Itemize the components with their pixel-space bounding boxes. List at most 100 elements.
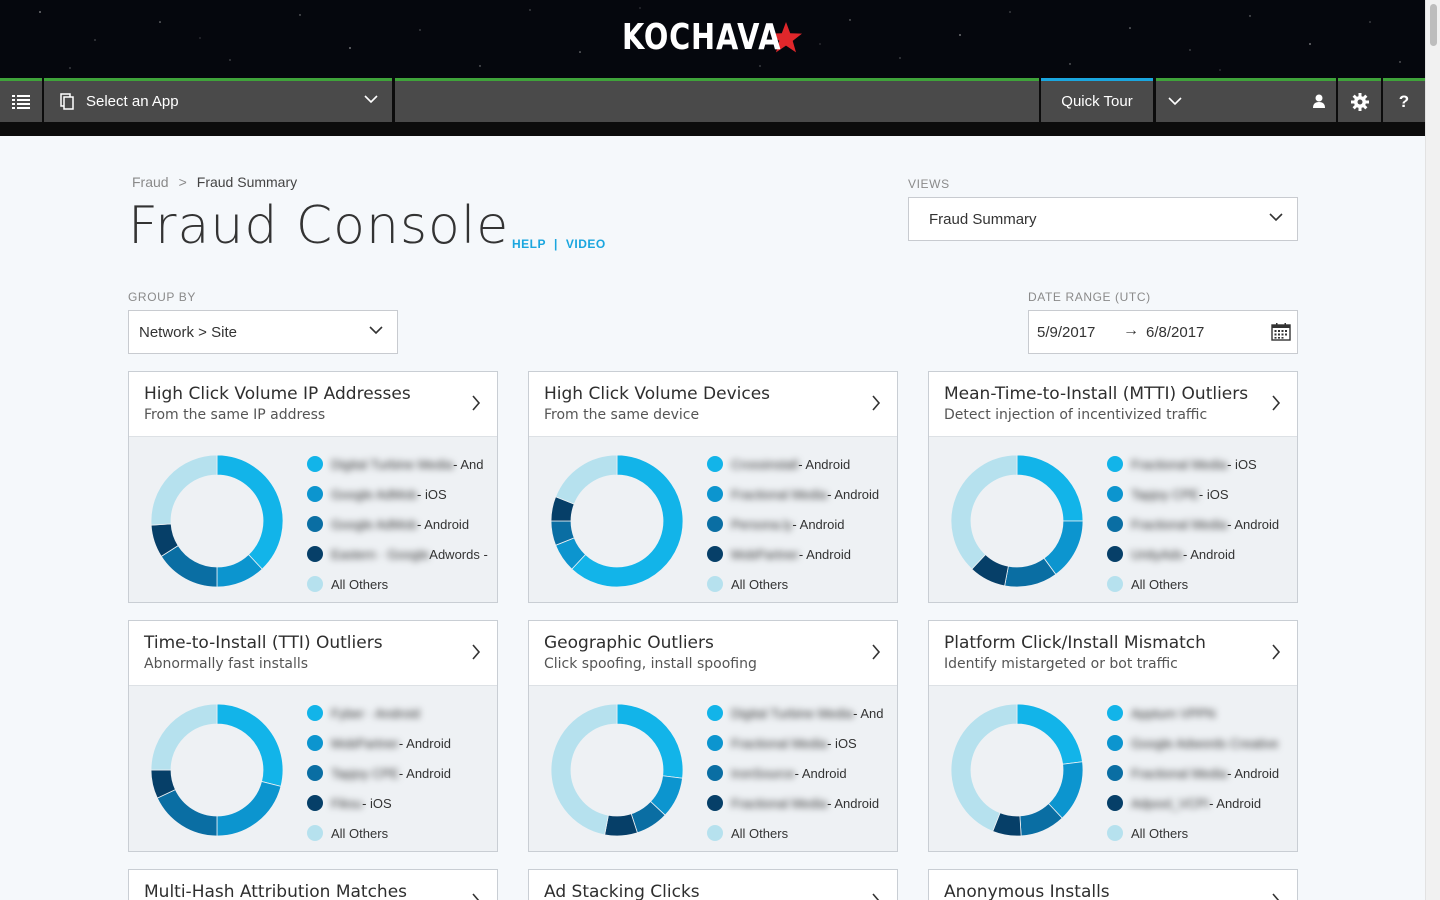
legend-item[interactable]: All Others [707, 569, 897, 599]
legend-item[interactable]: Tapjoy CPE - iOS [1107, 479, 1297, 509]
legend-item[interactable]: Digital Turbine Media - And [707, 698, 897, 728]
legend-color-dot [707, 546, 723, 562]
legend-item[interactable]: Fractional Media - Android [707, 479, 897, 509]
legend-item[interactable]: Adpool_VCPI - Android [1107, 788, 1297, 818]
legend-item[interactable]: Fractional Media - Android [707, 788, 897, 818]
card-header[interactable]: Platform Click/Install Mismatch Identify … [929, 621, 1297, 686]
legend-platform: - Android [827, 795, 880, 811]
legend-color-dot [307, 516, 323, 532]
date-arrow-icon: → [1123, 322, 1139, 339]
legend-network-name: Crossinstall [731, 456, 799, 472]
breadcrumb: Fraud > Fraud Summary [132, 174, 297, 190]
page-scrollbar[interactable] [1425, 0, 1440, 900]
legend-item[interactable]: Digital Turbine Media - And [307, 449, 497, 479]
help-link[interactable]: HELP [512, 237, 546, 251]
help-button[interactable]: ? [1383, 78, 1425, 122]
video-link[interactable]: VIDEO [566, 237, 606, 251]
legend-item[interactable]: Fractional Media - Android [1107, 509, 1297, 539]
legend-color-dot [707, 576, 723, 592]
legend-item[interactable]: All Others [707, 818, 897, 848]
legend-item[interactable]: Tapjoy CPE - Android [307, 758, 497, 788]
legend-item[interactable]: Fiksu - iOS [307, 788, 497, 818]
legend-item[interactable]: Crossinstall - Android [707, 449, 897, 479]
chevron-right-icon[interactable] [871, 644, 881, 660]
help-links: HELP | VIDEO [512, 237, 606, 251]
views-select-value: Fraud Summary [929, 210, 1037, 228]
card-header[interactable]: High Click Volume Devices From the same d… [529, 372, 897, 437]
settings-button[interactable] [1338, 78, 1381, 122]
quick-tour-button[interactable]: Quick Tour [1041, 78, 1153, 122]
group-by-select[interactable]: Network > Site [128, 310, 398, 354]
chevron-right-icon[interactable] [1271, 644, 1281, 660]
link-separator: | [554, 237, 558, 251]
scrollbar-thumb[interactable] [1430, 4, 1437, 46]
menu-button[interactable] [0, 78, 42, 122]
views-select[interactable]: Fraud Summary [908, 197, 1298, 241]
chevron-right-icon[interactable] [471, 893, 481, 900]
kochava-logo[interactable]: KOCHAVA [622, 17, 804, 58]
legend-item[interactable]: All Others [307, 569, 497, 599]
legend-network-name: Google AdMob [331, 516, 418, 532]
donut-chart [550, 454, 684, 588]
chevron-down-icon [1269, 213, 1283, 222]
legend-item[interactable]: UnityAds - Android [1107, 539, 1297, 569]
legend-item[interactable]: Google Adwords Creative [1107, 728, 1297, 758]
chevron-right-icon[interactable] [871, 893, 881, 900]
legend-item[interactable]: Persona.ly - Android [707, 509, 897, 539]
legend-item[interactable]: All Others [1107, 569, 1297, 599]
legend-item[interactable]: MobPartner - Android [707, 539, 897, 569]
app-selector[interactable]: Select an App [44, 78, 392, 122]
chevron-right-icon[interactable] [871, 395, 881, 411]
legend-network-name: Google AdMob [331, 486, 418, 502]
legend-item[interactable]: Eastern · Google Adwords - [307, 539, 497, 569]
breadcrumb-fraud-link[interactable]: Fraud [132, 174, 169, 190]
date-start[interactable]: 5/9/2017 [1037, 324, 1095, 341]
legend-item[interactable]: Fractional Media - Android [1107, 758, 1297, 788]
card-header[interactable]: High Click Volume IP Addresses From the s… [129, 372, 497, 437]
fraud-card: High Click Volume IP Addresses From the s… [128, 371, 498, 603]
fraud-card-peek[interactable]: Ad Stacking Clicks [528, 869, 898, 900]
card-title: Multi-Hash Attribution Matches [144, 882, 408, 900]
legend-item[interactable]: Appturn VPPN [1107, 698, 1297, 728]
group-by-label: GROUP BY [128, 290, 196, 304]
legend-network-name: Fractional Media [1131, 456, 1228, 472]
legend-platform: - Android [1183, 546, 1236, 562]
legend-item[interactable]: Fractional Media - iOS [707, 728, 897, 758]
donut-slice[interactable] [604, 813, 638, 837]
legend-platform: - Android [398, 735, 451, 751]
donut-hole [971, 724, 1063, 816]
legend-color-dot [707, 795, 723, 811]
legend-color-dot [1107, 705, 1123, 721]
fraud-card-peek[interactable]: Multi-Hash Attribution Matches [128, 869, 498, 900]
fraud-card-peek[interactable]: Anonymous Installs [928, 869, 1298, 900]
chevron-right-icon[interactable] [1271, 893, 1281, 900]
legend-item[interactable]: Google AdMob - iOS [307, 479, 497, 509]
card-subtitle: From the same device [544, 407, 700, 423]
legend-item[interactable]: Google AdMob - Android [307, 509, 497, 539]
legend-item[interactable]: IronSource - Android [707, 758, 897, 788]
legend-item[interactable]: All Others [1107, 818, 1297, 848]
account-dropdown[interactable] [1156, 78, 1336, 122]
card-header[interactable]: Time-to-Install (TTI) Outliers Abnormally… [129, 621, 497, 686]
calendar-icon[interactable] [1271, 323, 1291, 341]
legend-item[interactable]: All Others [307, 818, 497, 848]
legend-network-name: Tapjoy CPE [1131, 486, 1199, 502]
legend-color-dot [1107, 795, 1123, 811]
card-header[interactable]: Geographic Outliers Click spoofing, insta… [529, 621, 897, 686]
legend-color-dot [307, 735, 323, 751]
legend-network-name: Appturn VPPN [1131, 705, 1216, 721]
legend-color-dot [707, 705, 723, 721]
legend-item[interactable]: Fractional Media - iOS [1107, 449, 1297, 479]
chevron-down-icon [1168, 97, 1182, 106]
chevron-right-icon[interactable] [471, 395, 481, 411]
chevron-right-icon[interactable] [1271, 395, 1281, 411]
legend-item[interactable]: MobPartner - Android [307, 728, 497, 758]
card-header[interactable]: Mean-Time-to-Install (MTTI) Outliers Dete… [929, 372, 1297, 437]
chevron-right-icon[interactable] [471, 644, 481, 660]
chart-legend: Digital Turbine Media - And Fractional Me… [707, 698, 897, 848]
legend-item[interactable]: Fyber · Android [307, 698, 497, 728]
date-range-picker[interactable]: 5/9/2017 → 6/8/2017 [1028, 310, 1298, 354]
date-end[interactable]: 6/8/2017 [1146, 324, 1204, 341]
legend-network-name: MobPartner [731, 546, 799, 562]
legend-platform: - Android [398, 765, 451, 781]
